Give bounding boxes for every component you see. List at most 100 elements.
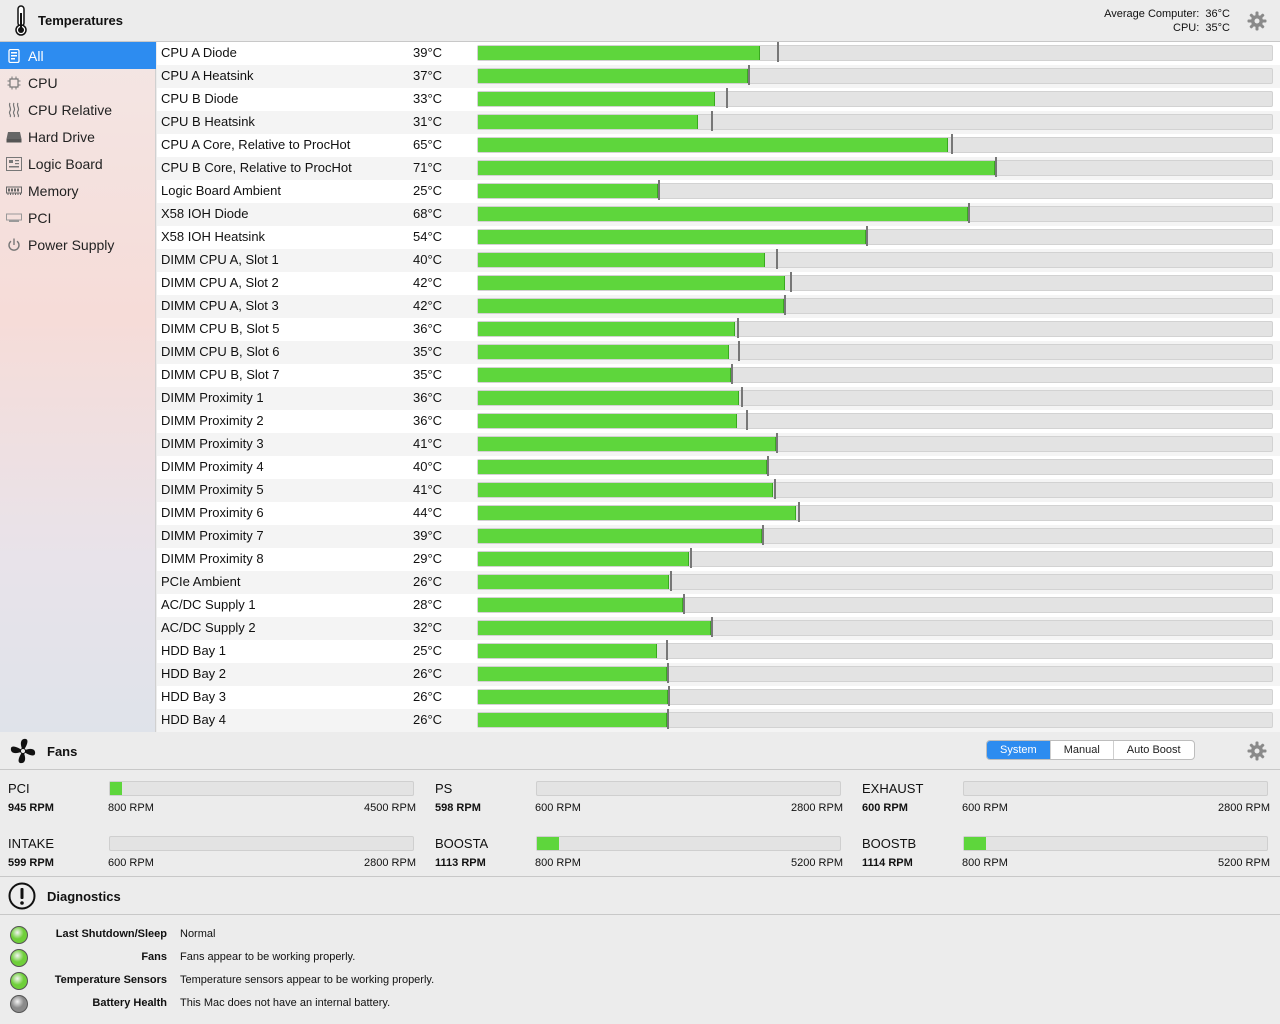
sensor-name: DIMM Proximity 4 [161, 459, 264, 474]
max-temperature-marker [666, 640, 668, 660]
temperature-bar-fill [478, 276, 785, 290]
sidebar-item-pci[interactable]: PCI [0, 204, 156, 231]
temperature-bar [477, 525, 1273, 545]
sensor-row[interactable]: CPU B Diode 33°C [157, 88, 1280, 111]
sensor-name: AC/DC Supply 1 [161, 597, 256, 612]
sensor-name: PCIe Ambient [161, 574, 241, 589]
status-indicator-icon [10, 972, 28, 990]
sidebar-item-logic-board[interactable]: Logic Board [0, 150, 156, 177]
max-temperature-marker [690, 548, 692, 568]
heat-waves-icon [0, 102, 28, 118]
sensor-row[interactable]: DIMM Proximity 4 40°C [157, 456, 1280, 479]
sensor-row[interactable]: DIMM CPU A, Slot 3 42°C [157, 295, 1280, 318]
temperatures-settings-gear-icon[interactable] [1247, 11, 1267, 31]
sidebar-item-memory[interactable]: Memory [0, 177, 156, 204]
sensor-row[interactable]: DIMM CPU A, Slot 2 42°C [157, 272, 1280, 295]
fan-max-rpm: 4500 RPM [364, 802, 416, 814]
sensor-temperature: 41°C [413, 482, 443, 497]
sidebar-item-cpu-relative[interactable]: CPU Relative [0, 96, 156, 123]
temperature-bar-fill [478, 69, 748, 83]
sensor-row[interactable]: AC/DC Supply 2 32°C [157, 617, 1280, 640]
sensor-row[interactable]: DIMM CPU B, Slot 5 36°C [157, 318, 1280, 341]
sensor-name: HDD Bay 2 [161, 666, 227, 681]
sensor-row[interactable]: DIMM Proximity 8 29°C [157, 548, 1280, 571]
temperature-bar [477, 226, 1273, 246]
fan-current-rpm: 1114 RPM [862, 857, 913, 869]
sensor-row[interactable]: X58 IOH Diode 68°C [157, 203, 1280, 226]
fan-max-rpm: 2800 RPM [791, 802, 843, 814]
fan-icon [9, 737, 37, 770]
sidebar-item-power-supply[interactable]: Power Supply [0, 231, 156, 258]
temperature-bar [477, 65, 1273, 85]
fan-mode-segmented-control[interactable]: System Manual Auto Boost [986, 740, 1195, 760]
list-icon [0, 48, 28, 63]
fan-speed-bar [536, 781, 841, 796]
sensor-row[interactable]: Logic Board Ambient 25°C [157, 180, 1280, 203]
sensor-row[interactable]: X58 IOH Heatsink 54°C [157, 226, 1280, 249]
fan-mode-system-button[interactable]: System [987, 741, 1051, 759]
max-temperature-marker [683, 594, 685, 614]
sidebar-item-all[interactable]: All [0, 42, 156, 69]
max-temperature-marker [741, 387, 743, 407]
sensor-row[interactable]: HDD Bay 3 26°C [157, 686, 1280, 709]
sensor-row[interactable]: DIMM CPU B, Slot 6 35°C [157, 341, 1280, 364]
fan-min-rpm: 600 RPM [108, 857, 154, 869]
fan-speed-bar [109, 836, 414, 851]
sensor-row[interactable]: AC/DC Supply 1 28°C [157, 594, 1280, 617]
sidebar-item-hard-drive[interactable]: Hard Drive [0, 123, 156, 150]
temperature-bar [477, 433, 1273, 453]
temperature-bar-fill [478, 690, 668, 704]
cpu-average-value: 35°C [1205, 22, 1230, 34]
sensor-row[interactable]: DIMM Proximity 6 44°C [157, 502, 1280, 525]
temperature-bar [477, 88, 1273, 108]
sensor-name: HDD Bay 4 [161, 712, 227, 727]
temperature-bar [477, 686, 1273, 706]
sensor-row[interactable]: DIMM CPU A, Slot 1 40°C [157, 249, 1280, 272]
sensor-row[interactable]: DIMM Proximity 7 39°C [157, 525, 1280, 548]
sensor-row[interactable]: DIMM Proximity 1 36°C [157, 387, 1280, 410]
max-temperature-marker [746, 410, 748, 430]
fan-mode-manual-button[interactable]: Manual [1051, 741, 1114, 759]
sidebar-item-label: CPU Relative [28, 101, 113, 118]
fan-max-rpm: 5200 RPM [791, 857, 843, 869]
thermometer-icon [12, 5, 30, 42]
sensor-temperature: 26°C [413, 574, 443, 589]
sensor-row[interactable]: CPU A Diode 39°C [157, 42, 1280, 65]
temperature-bar [477, 594, 1273, 614]
sidebar-item-cpu[interactable]: CPU [0, 69, 156, 96]
sensor-row[interactable]: HDD Bay 1 25°C [157, 640, 1280, 663]
fans-settings-gear-icon[interactable] [1247, 741, 1267, 761]
sensor-row[interactable]: CPU B Core, Relative to ProcHot 71°C [157, 157, 1280, 180]
max-temperature-marker [777, 42, 779, 62]
fans-panel: PCI 945 RPM 800 RPM 4500 RPM PS 598 RPM 600 RP… [0, 770, 1280, 876]
fan-speed-bar-fill [964, 837, 986, 850]
sensor-row[interactable]: DIMM CPU B, Slot 7 35°C [157, 364, 1280, 387]
sensor-row[interactable]: HDD Bay 4 26°C [157, 709, 1280, 732]
fan-mode-auto-boost-button[interactable]: Auto Boost [1114, 741, 1194, 759]
temperature-bar [477, 456, 1273, 476]
status-indicator-icon [10, 926, 28, 944]
temperature-bar-fill [478, 230, 866, 244]
sensor-row[interactable]: PCIe Ambient 26°C [157, 571, 1280, 594]
fan-ps: PS 598 RPM 600 RPM 2800 RPM [427, 770, 847, 820]
sensor-row[interactable]: CPU A Heatsink 37°C [157, 65, 1280, 88]
sensor-row[interactable]: DIMM Proximity 5 41°C [157, 479, 1280, 502]
sensor-temperature: 32°C [413, 620, 443, 635]
temperature-bar [477, 111, 1273, 131]
sensor-row[interactable]: DIMM Proximity 2 36°C [157, 410, 1280, 433]
sensor-row[interactable]: DIMM Proximity 3 41°C [157, 433, 1280, 456]
sensor-row[interactable]: HDD Bay 2 26°C [157, 663, 1280, 686]
max-temperature-marker [711, 111, 713, 131]
temperature-bar-fill [478, 621, 711, 635]
sensor-temperature: 28°C [413, 597, 443, 612]
sensor-name: CPU A Heatsink [161, 68, 254, 83]
fan-speed-bar-fill [110, 782, 122, 795]
sensor-row[interactable]: CPU B Heatsink 31°C [157, 111, 1280, 134]
temperature-bar-fill [478, 345, 729, 359]
fan-speed-bar [963, 836, 1268, 851]
fan-speed-bar [536, 836, 841, 851]
sensor-row[interactable]: CPU A Core, Relative to ProcHot 65°C [157, 134, 1280, 157]
memory-icon [0, 186, 28, 196]
fan-pci: PCI 945 RPM 800 RPM 4500 RPM [0, 770, 420, 820]
max-temperature-marker [668, 686, 670, 706]
